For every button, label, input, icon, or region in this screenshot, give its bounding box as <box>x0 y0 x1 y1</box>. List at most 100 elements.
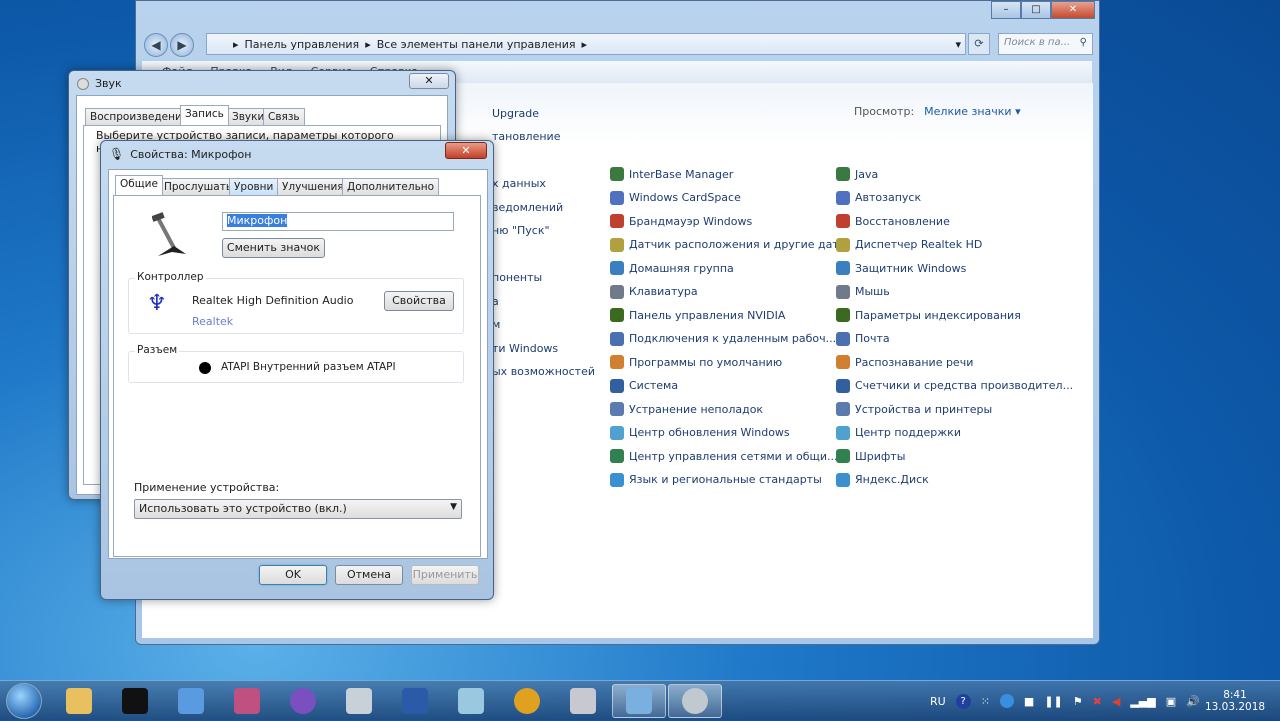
close-button[interactable]: ✕ <box>1051 1 1095 19</box>
ok-button[interactable]: OK <box>259 565 327 585</box>
stop-icon[interactable]: ■ <box>1024 695 1034 708</box>
applet-icon <box>836 214 850 228</box>
taskbar-calculator-button[interactable] <box>332 684 386 718</box>
search-input[interactable]: Поиск в па... ⚲ <box>998 33 1093 55</box>
control-panel-item[interactable]: Автозапуск <box>836 190 921 205</box>
control-panel-item[interactable]: Подключения к удаленным рабоч... <box>610 331 837 346</box>
control-panel-item[interactable]: Защитник Windows <box>836 261 966 275</box>
control-panel-item[interactable]: Клавиатура <box>610 284 698 299</box>
item-label: Шрифты <box>855 449 906 463</box>
usage-select[interactable]: Использовать это устройство (вкл.) ▼ <box>134 499 462 519</box>
controller-properties-button[interactable]: Свойства <box>384 291 454 311</box>
taskbar-word-button[interactable] <box>388 684 442 718</box>
controller-vendor: Realtek <box>192 315 234 328</box>
control-panel-item[interactable]: Шрифты <box>836 449 905 463</box>
control-panel-item[interactable]: тановление <box>492 130 560 143</box>
control-panel-item[interactable]: ню "Пуск" <box>492 224 550 237</box>
applet-icon <box>610 402 624 416</box>
cancel-button[interactable]: Отмена <box>335 565 403 585</box>
close-button[interactable]: ✕ <box>409 73 449 89</box>
address-bar[interactable]: ▸ Панель управления ▸ Все элементы панели у… <box>206 33 966 55</box>
control-panel-item[interactable]: Язык и региональные стандарты <box>610 472 822 487</box>
control-panel-item[interactable]: Мышь <box>836 284 890 299</box>
recorder-icon[interactable]: ✖ <box>1093 695 1102 708</box>
control-panel-item[interactable]: Центр поддержки <box>836 425 961 440</box>
change-icon-button[interactable]: Сменить значок <box>222 238 325 258</box>
tab-levels[interactable]: Уровни <box>229 178 279 195</box>
back-button[interactable]: ◀ <box>144 33 168 57</box>
control-panel-item[interactable]: ых возможностей <box>492 365 595 378</box>
volume-icon[interactable]: 🔊 <box>1186 695 1200 708</box>
tab-communications[interactable]: Связь <box>263 108 305 125</box>
applet-icon <box>836 472 850 487</box>
taskbar-notepad-button[interactable] <box>164 684 218 718</box>
control-panel-item[interactable]: Центр управления сетями и общи... <box>610 449 838 463</box>
taskbar-control-panel-button[interactable] <box>612 684 666 718</box>
maximize-button[interactable]: □ <box>1021 1 1051 19</box>
forward-button[interactable]: ▶ <box>170 33 194 57</box>
control-panel-item[interactable]: Windows CardSpace <box>610 190 741 205</box>
applet-icon <box>610 284 624 299</box>
control-panel-item[interactable]: ти Windows <box>492 342 558 355</box>
control-panel-item[interactable]: Upgrade <box>492 107 539 120</box>
tab-playback[interactable]: Воспроизведение <box>85 108 194 125</box>
language-indicator[interactable]: RU <box>930 695 946 708</box>
taskbar-network-tool-button[interactable] <box>556 684 610 718</box>
help-icon[interactable]: ? <box>955 693 971 709</box>
control-panel-item[interactable]: Параметры индексирования <box>836 308 1021 322</box>
control-panel-item[interactable]: Распознавание речи <box>836 355 973 369</box>
control-panel-item[interactable]: InterBase Manager <box>610 167 733 181</box>
start-button[interactable] <box>6 683 42 719</box>
control-panel-item[interactable]: Программы по умолчанию <box>610 355 782 369</box>
tab-enhancements[interactable]: Улучшения <box>277 178 349 195</box>
control-panel-item[interactable]: Центр обновления Windows <box>610 425 790 440</box>
signal-icon[interactable]: ▂▄▆ <box>1130 695 1155 708</box>
control-panel-item[interactable]: Яндекс.Диск <box>836 472 929 487</box>
control-panel-item[interactable]: Датчик расположения и другие дат... <box>610 237 849 252</box>
taskbar-notes-button[interactable] <box>444 684 498 718</box>
minimize-button[interactable]: – <box>991 1 1021 19</box>
controller-name: Realtek High Definition Audio <box>192 294 354 307</box>
refresh-button[interactable]: ⟳ <box>968 33 990 55</box>
control-panel-item[interactable]: Счетчики и средства производител... <box>836 378 1073 393</box>
control-panel-item[interactable]: Система <box>610 378 678 393</box>
tab-recording[interactable]: Запись <box>180 105 229 125</box>
control-panel-item[interactable]: Устройства и принтеры <box>836 402 992 416</box>
taskbar-explorer-button[interactable] <box>52 684 106 718</box>
taskbar-chrome-button[interactable] <box>500 684 554 718</box>
breadcrumb-item[interactable]: Панель управления <box>245 38 360 51</box>
control-panel-item[interactable]: Брандмауэр Windows <box>610 214 752 228</box>
flag-icon[interactable]: ⚑ <box>1073 695 1083 708</box>
control-panel-item[interactable]: Восстановление <box>836 214 950 228</box>
view-selector[interactable]: Просмотр: Мелкие значки ▾ <box>854 105 1021 118</box>
taskbar-cmd-button[interactable] <box>108 684 162 718</box>
control-panel-item[interactable]: Домашняя группа <box>610 261 734 275</box>
tab-general[interactable]: Общие <box>115 175 163 195</box>
chevron-down-icon[interactable]: ▾ <box>955 38 965 51</box>
taskbar-viber-button[interactable] <box>276 684 330 718</box>
pause-icon[interactable]: ❚❚ <box>1044 695 1062 708</box>
apply-button[interactable]: Применить <box>411 565 479 585</box>
tab-advanced[interactable]: Дополнительно <box>342 178 440 195</box>
vk-icon[interactable] <box>999 694 1014 708</box>
item-label: Подключения к удаленным рабоч... <box>629 332 837 345</box>
taskbar-sound-button[interactable] <box>668 684 722 718</box>
clock[interactable]: 8:41 13.03.2018 <box>1205 681 1265 721</box>
speaker-icon <box>77 77 89 90</box>
close-button[interactable]: ✕ <box>445 142 487 159</box>
control-panel-item[interactable]: Диспетчер Realtek HD <box>836 237 982 252</box>
speaker-muted-icon[interactable]: ◀ <box>1112 695 1120 708</box>
power-icon[interactable]: ▣ <box>1166 695 1176 708</box>
control-panel-item[interactable]: Устранение неполадок <box>610 402 763 416</box>
breadcrumb-item[interactable]: Все элементы панели управления <box>377 38 576 51</box>
control-panel-item[interactable]: Панель управления NVIDIA <box>610 308 785 322</box>
control-panel-item[interactable]: Почта <box>836 331 890 346</box>
control-panel-item[interactable]: поненты <box>492 271 542 284</box>
control-panel-item[interactable]: ведомлений <box>492 201 563 214</box>
network-adapter-icon[interactable]: ⁙ <box>981 695 990 708</box>
device-name-input[interactable]: Микрофон <box>222 212 454 231</box>
control-panel-item[interactable]: Java <box>836 167 878 181</box>
taskbar-tool-button[interactable] <box>220 684 274 718</box>
tab-listen[interactable]: Прослушать <box>159 178 238 195</box>
control-panel-item[interactable]: х данных <box>492 177 546 190</box>
